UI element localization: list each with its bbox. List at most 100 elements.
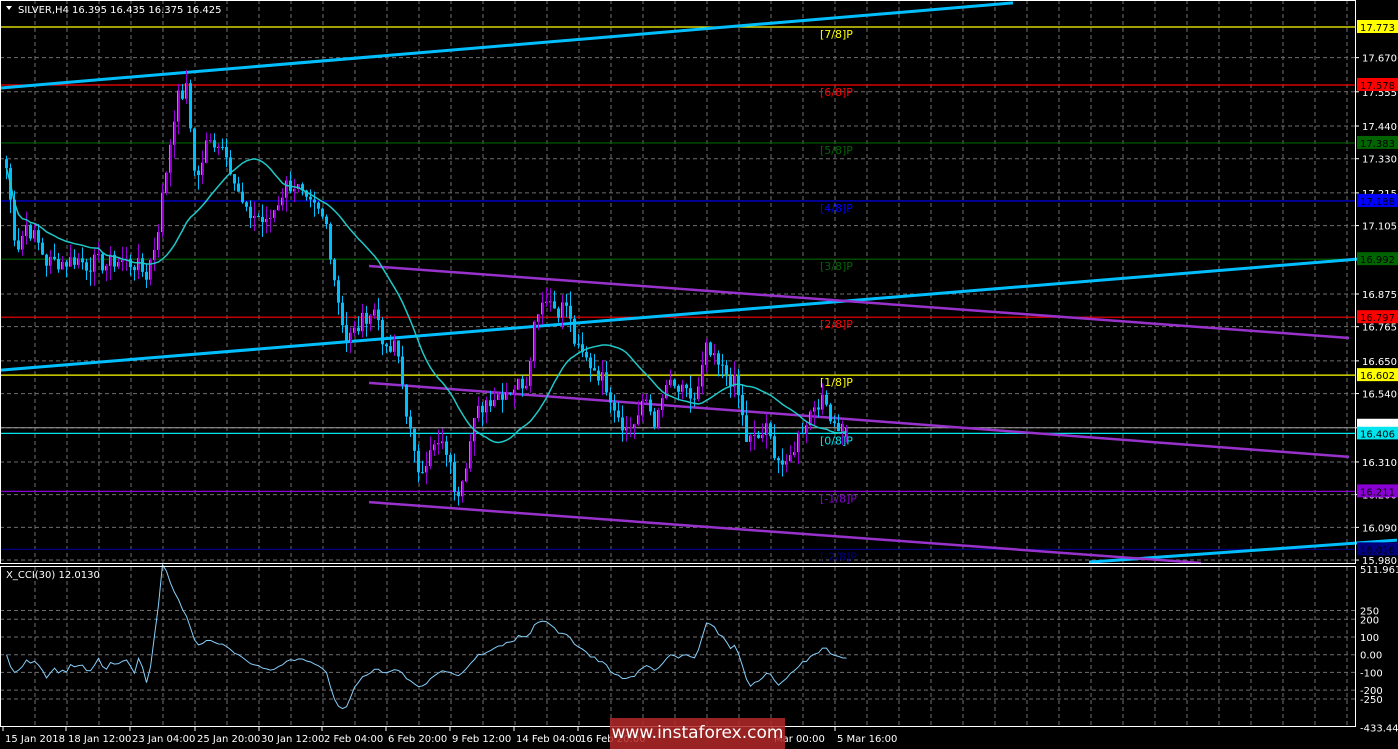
murrey-level-label: [0/8]P — [820, 434, 853, 447]
bear-candle — [721, 364, 724, 366]
bear-candle — [585, 352, 588, 358]
bull-candle-edge — [701, 364, 702, 387]
bear-candle — [313, 199, 316, 203]
bull-candle-edge — [641, 400, 642, 416]
bear-candle — [453, 462, 456, 492]
bull-candle-edge — [33, 230, 34, 239]
bear-candle — [741, 394, 744, 416]
trend-lines — [0, 1, 1398, 565]
bull-candle-edge — [625, 428, 626, 431]
bull-candle-edge — [281, 197, 282, 206]
bull-candle-edge — [369, 315, 370, 324]
bull-candle-edge — [821, 394, 822, 410]
bear-candle — [57, 259, 60, 270]
bull-candle-edge — [841, 423, 842, 432]
trend-line — [0, 254, 1398, 372]
bull-candle-edge — [149, 260, 150, 280]
bear-candle — [5, 159, 8, 169]
x-tick-label: 30 Jan 12:00 — [261, 734, 324, 745]
bull-candle-edge — [497, 394, 498, 401]
bull-candle-edge — [601, 372, 602, 381]
bear-candle — [29, 224, 32, 239]
bear-candle — [605, 372, 608, 393]
bull-candle-edge — [765, 423, 766, 436]
bear-candle — [381, 320, 384, 345]
bull-candle-edge — [205, 140, 206, 163]
x-tick-label: 6 Feb 20:00 — [388, 734, 447, 745]
bull-candle-edge — [549, 301, 550, 303]
cci-line — [6, 563, 847, 710]
bear-candle — [261, 216, 264, 223]
bear-candle — [249, 206, 252, 219]
cci-tick-label: -100 — [1360, 668, 1383, 679]
bear-candle — [569, 305, 572, 319]
bear-candle — [85, 262, 88, 271]
bear-candle — [521, 378, 524, 389]
bull-candle-edge — [105, 265, 106, 271]
bear-candle — [73, 257, 76, 265]
bear-candle — [693, 398, 696, 400]
bear-candle — [45, 254, 48, 266]
bear-candle — [421, 472, 424, 474]
bull-candle-edge — [541, 302, 542, 315]
bear-candle — [81, 258, 84, 263]
x-tick-label: 18 Jan 12:00 — [68, 734, 131, 745]
bull-candle-edge — [749, 435, 750, 442]
bull-candle-edge — [285, 180, 286, 198]
murrey-level-label: [2/8]P — [820, 318, 853, 331]
bull-candle-edge — [69, 257, 70, 267]
bull-candle-edge — [121, 260, 122, 262]
murrey-level-label: [-1/8]P — [820, 492, 857, 505]
bear-candle — [677, 385, 680, 392]
bull-candle-edge — [277, 205, 278, 211]
bull-candle-edge — [353, 327, 354, 333]
bear-candle — [197, 170, 200, 176]
bear-candle — [133, 266, 136, 271]
y-tick-label: 16.310 — [1362, 458, 1397, 469]
bull-candle-edge — [157, 232, 158, 250]
symbol-header[interactable]: SILVER,H4 16.395 16.435 16.375 16.425 — [6, 5, 222, 16]
bear-candle — [405, 384, 408, 417]
bull-candle-edge — [797, 432, 798, 453]
dropdown-triangle-icon[interactable] — [6, 6, 12, 10]
bear-candle — [181, 90, 184, 99]
bull-candle-edge — [217, 146, 218, 148]
bull-candle-edge — [161, 193, 162, 233]
murrey-level-label: [6/8]P — [820, 86, 853, 99]
bear-candle — [781, 460, 784, 465]
murrey-level-label: [3/8]P — [820, 260, 853, 273]
x-tick-label: 9 Feb 12:00 — [452, 734, 511, 745]
bull-candle-edge — [393, 340, 394, 352]
murrey-level-label: [5/8]P — [820, 144, 853, 157]
x-tick-label: 14 Feb 04:00 — [516, 734, 582, 745]
bull-candle-edge — [437, 443, 438, 445]
axes: 17.67017.55517.44017.33017.21517.10516.8… — [2, 20, 1398, 745]
bull-candle-edge — [253, 215, 254, 219]
bear-candle — [817, 407, 820, 410]
cci-tick-label: -433.442 — [1360, 723, 1398, 734]
bear-candle — [801, 432, 804, 434]
y-tick-label: 17.670 — [1362, 54, 1397, 65]
bull-candle-edge — [441, 441, 442, 444]
bear-candle — [577, 343, 580, 345]
trend-line — [368, 381, 1350, 459]
bear-candle — [597, 370, 600, 381]
bear-candle — [345, 325, 348, 342]
price-level-value: 17.188 — [1360, 197, 1395, 208]
bear-candle — [745, 415, 748, 442]
bear-candle — [221, 146, 224, 148]
bull-candle-edge — [681, 384, 682, 392]
bull-candle-edge — [269, 217, 270, 219]
murrey-level-label: [-2/8]P — [820, 550, 857, 563]
bear-candle — [333, 259, 336, 281]
bear-candle — [89, 270, 92, 272]
cci-title: X_CCI(30) 12.0130 — [6, 570, 100, 581]
bear-candle — [213, 140, 216, 148]
bear-candle — [725, 365, 728, 377]
bull-candle-edge — [637, 415, 638, 425]
bull-candle-edge — [697, 386, 698, 400]
bull-candle-edge — [545, 301, 546, 303]
x-tick-label: 15 Jan 2018 — [5, 734, 65, 745]
bear-candle — [573, 318, 576, 344]
bear-candle — [649, 399, 652, 412]
